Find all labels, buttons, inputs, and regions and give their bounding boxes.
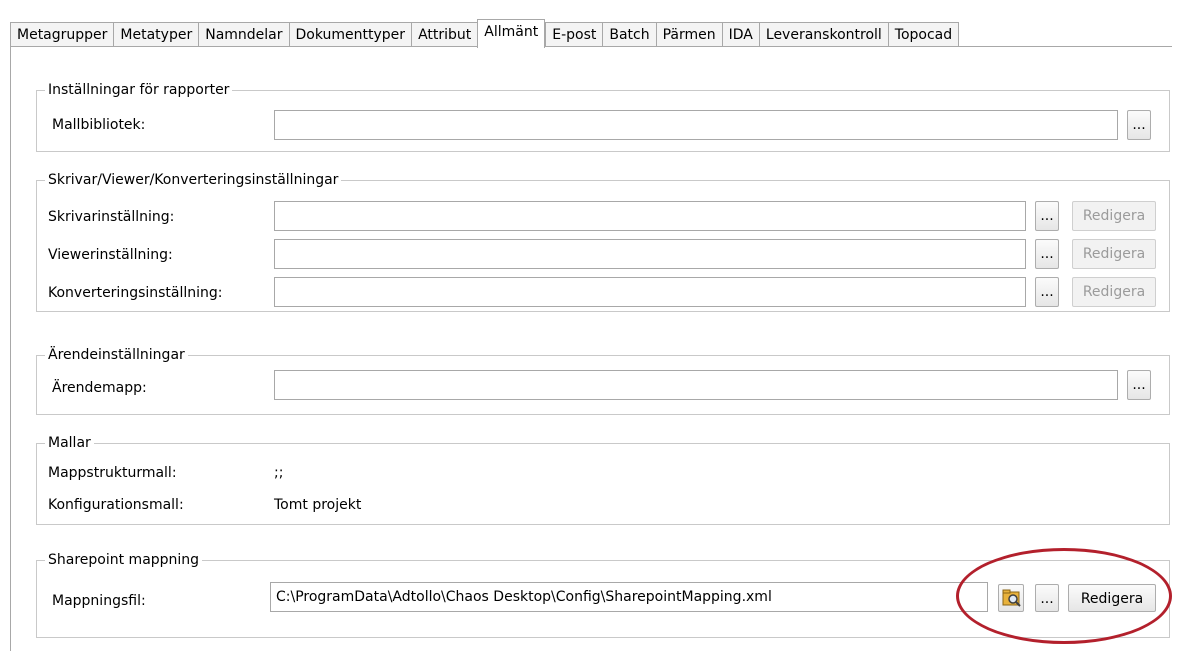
tab-topocad[interactable]: Topocad (887, 22, 960, 47)
group-sharepoint-legend: Sharepoint mappning (45, 550, 203, 570)
mappningsfil-label: Mappningsfil: (52, 593, 146, 609)
tab-namndelar[interactable]: Namndelar (198, 22, 289, 47)
tab-dokumenttyper[interactable]: Dokumenttyper (288, 22, 412, 47)
group-arende-legend: Ärendeinställningar (45, 345, 188, 365)
arendemapp-label: Ärendemapp: (52, 380, 147, 396)
annotation-circle (956, 548, 1172, 644)
skrivarinstallning-edit-button[interactable]: Redigera (1072, 201, 1156, 231)
konfigurationsmall-value: Tomt projekt (274, 497, 362, 513)
skrivarinstallning-label: Skrivarinställning: (48, 209, 175, 225)
konfigurationsmall-label: Konfigurationsmall: (48, 497, 184, 513)
mappningsfil-field[interactable]: C:\ProgramData\Adtollo\Chaos Desktop\Con… (270, 582, 988, 612)
tab-attribut[interactable]: Attribut (411, 22, 478, 47)
group-mallar-legend: Mallar (45, 433, 94, 453)
konverteringsinstallning-label: Konverteringsinställning: (48, 285, 223, 301)
tab-batch[interactable]: Batch (602, 22, 656, 47)
tab-ida[interactable]: IDA (721, 22, 759, 47)
skrivarinstallning-browse-button[interactable]: ... (1035, 201, 1059, 231)
mappstrukturmall-value: ;; (274, 465, 284, 481)
skrivarinstallning-field[interactable] (274, 201, 1026, 231)
group-rapporter-legend: Inställningar för rapporter (45, 80, 233, 100)
konverteringsinstallning-edit-button[interactable]: Redigera (1072, 277, 1156, 307)
tab-strip: Metagrupper Metatyper Namndelar Dokument… (10, 19, 960, 48)
tab-parmen[interactable]: Pärmen (655, 22, 722, 47)
tab-allmant[interactable]: Allmänt (477, 19, 546, 48)
konverteringsinstallning-browse-button[interactable]: ... (1035, 277, 1059, 307)
arendemapp-field[interactable] (274, 370, 1118, 400)
konverteringsinstallning-field[interactable] (274, 277, 1026, 307)
tab-e-post[interactable]: E-post (545, 22, 603, 47)
mallbibliotek-label: Mallbibliotek: (52, 117, 146, 133)
tab-metatyper[interactable]: Metatyper (113, 22, 199, 47)
mallbibliotek-field[interactable] (274, 110, 1118, 140)
group-skrivar-legend: Skrivar/Viewer/Konverteringsinställninga… (45, 170, 342, 190)
mappstrukturmall-label: Mappstrukturmall: (48, 465, 177, 481)
group-mallar: Mallar (36, 433, 1170, 525)
tab-metagrupper[interactable]: Metagrupper (10, 22, 114, 47)
viewerinstallning-browse-button[interactable]: ... (1035, 239, 1059, 269)
viewerinstallning-edit-button[interactable]: Redigera (1072, 239, 1156, 269)
viewerinstallning-label: Viewerinställning: (48, 247, 173, 263)
mallbibliotek-browse-button[interactable]: ... (1127, 110, 1151, 140)
arendemapp-browse-button[interactable]: ... (1127, 370, 1151, 400)
viewerinstallning-field[interactable] (274, 239, 1026, 269)
tab-leveranskontroll[interactable]: Leveranskontroll (758, 22, 888, 47)
